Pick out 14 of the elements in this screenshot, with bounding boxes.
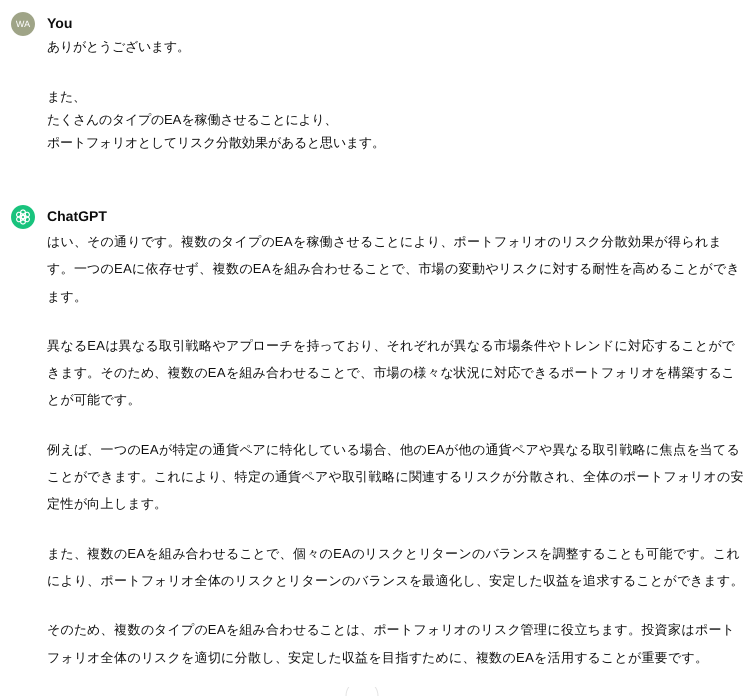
message-line: たくさんのタイプのEAを稼働させることにより、: [47, 111, 338, 129]
message-paragraph: また、複数のEAを組み合わせることで、個々のEAのリスクとリターンのバランスを調整することも可能です。これにより、ポートフォリオ全体のリスクとリターンのバランスを最適化し、安定した収益を追求することができます。: [47, 544, 745, 590]
author-name: ChatGPT: [47, 207, 108, 226]
scroll-down-button[interactable]: [345, 687, 379, 696]
message-paragraph: はい、その通りです。複数のタイプのEAを稼働させることにより、ポートフォリオのリスク分散効果が得られます。一つのEAに依存せず、複数のEAを組み合わせることで、市場の変動やリスクに対する耐性を高めることができます。: [47, 233, 741, 306]
author-name: You: [47, 14, 74, 33]
message-line: ポートフォリオとしてリスク分散効果があると思います。: [47, 134, 386, 152]
message-paragraph: 例えば、一つのEAが特定の通貨ペアに特化している場合、他のEAが他の通貨ペアや異なる取引戦略に焦点を当てることができます。これにより、特定の通貨ペアや取引戦略に関連するリスクが分散され、全体のポートフォリオの安定性が向上します。: [47, 440, 745, 514]
message-paragraph: ありがとうございます。: [47, 38, 191, 56]
assistant-avatar-icon: [11, 205, 35, 229]
user-avatar: WA: [11, 12, 35, 36]
message-line: また、: [47, 88, 87, 106]
message-paragraph: そのため、複数のタイプのEAを組み合わせることは、ポートフォリオのリスク管理に役立ちます。投資家はポートフォリオ全体のリスクを適切に分散し、安定した収益を目指すために、複数のEAを活用することが重要です。: [47, 621, 736, 667]
message-paragraph: 異なるEAは異なる取引戦略やアプローチを持っており、それぞれが異なる市場条件やトレンドに対応することができます。そのため、複数のEAを組み合わせることで、市場の様々な状況に対応できるポートフォリオを構築することが可能です。: [47, 336, 736, 410]
